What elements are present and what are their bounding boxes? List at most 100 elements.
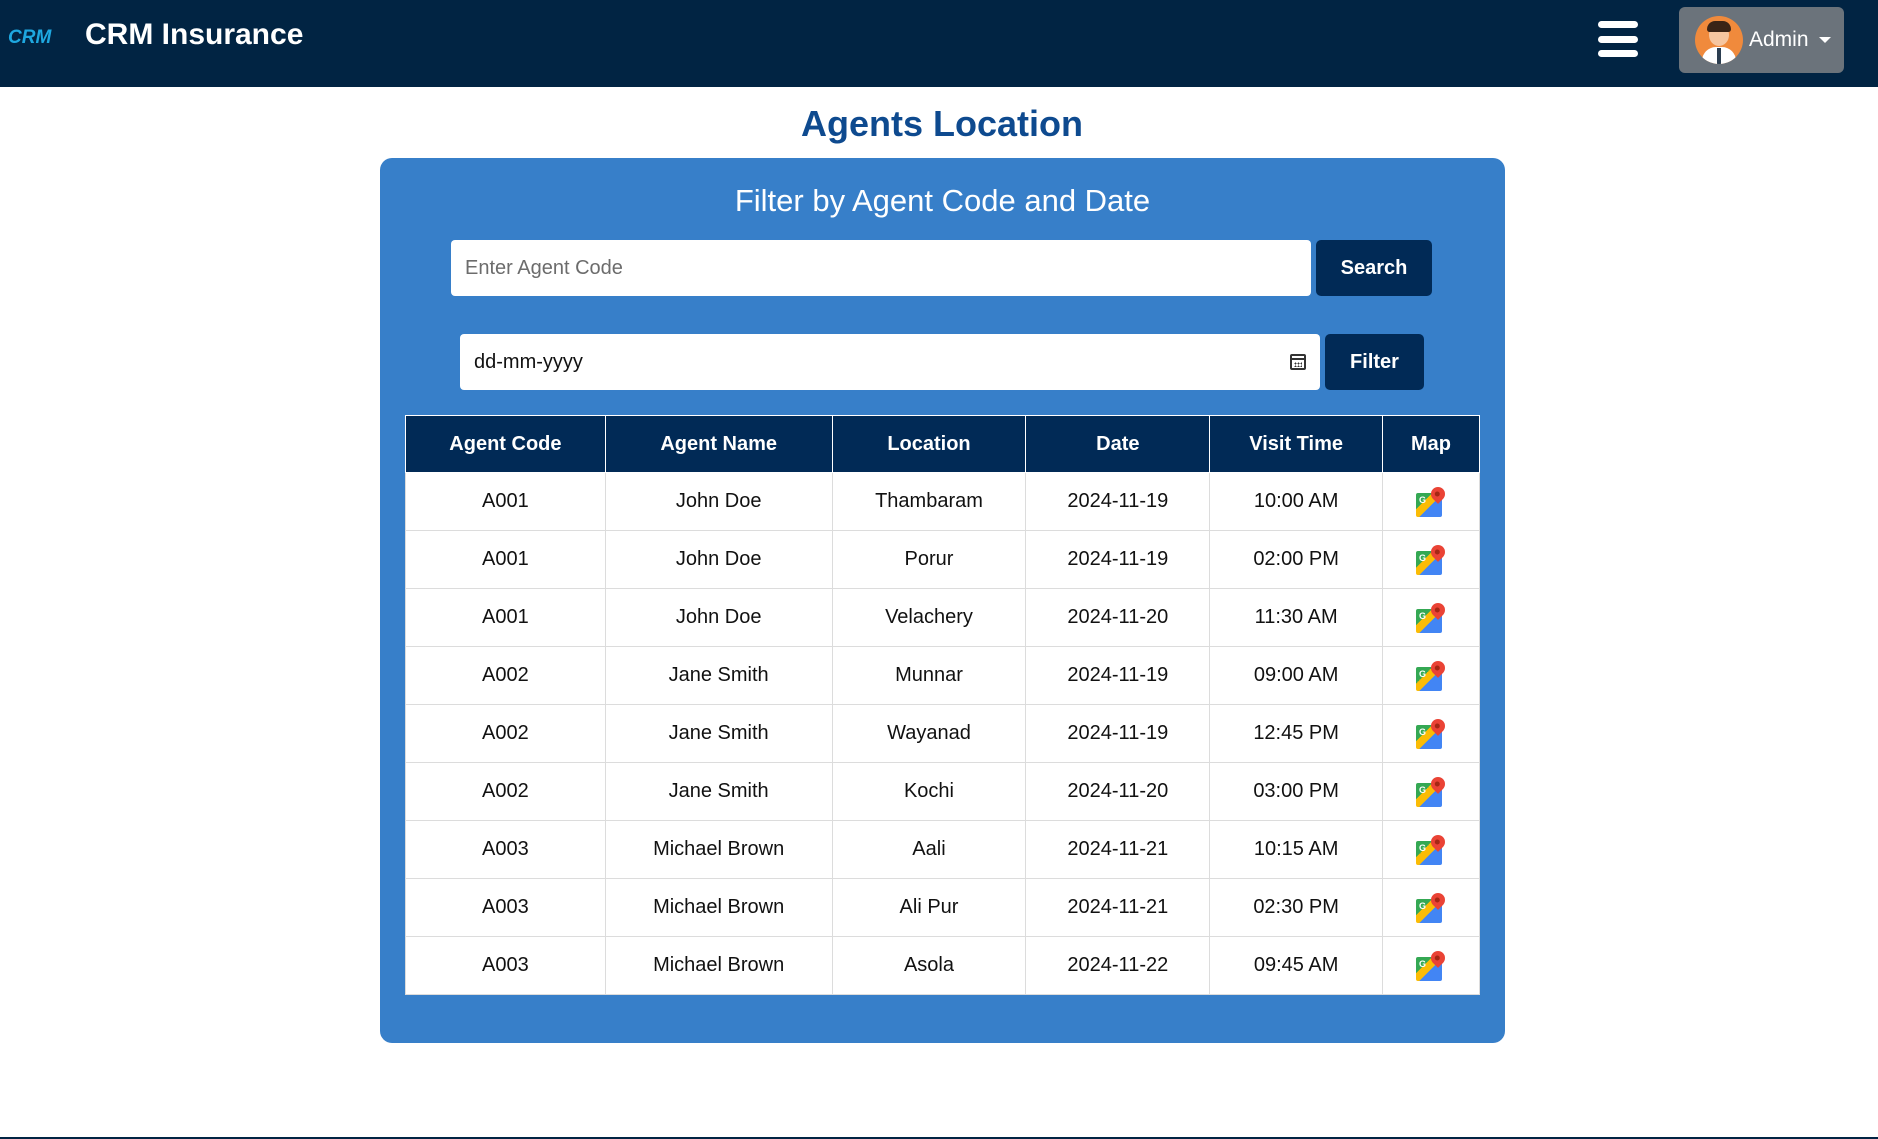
table-row: A003 Michael Brown Asola 2024-11-22 09:4… xyxy=(405,936,1480,995)
user-avatar-icon xyxy=(1695,16,1743,64)
table-header-row: Agent Code Agent Name Location Date Visi… xyxy=(405,415,1480,473)
google-maps-icon[interactable]: G xyxy=(1416,541,1448,575)
cell-date: 2024-11-20 xyxy=(1025,762,1211,821)
cell-agent-name: Michael Brown xyxy=(604,820,833,879)
cell-visit-time: 02:00 PM xyxy=(1209,530,1384,589)
cell-agent-code: A003 xyxy=(405,820,606,879)
crm-logo[interactable]: CRM xyxy=(8,27,51,49)
cell-agent-code: A001 xyxy=(405,472,606,531)
agents-location-table: Agent Code Agent Name Location Date Visi… xyxy=(405,415,1480,995)
table-row: A002 Jane Smith Wayanad 2024-11-19 12:45… xyxy=(405,704,1480,763)
google-maps-icon[interactable]: G xyxy=(1416,889,1448,923)
cell-map: G xyxy=(1382,704,1480,763)
google-maps-icon[interactable]: G xyxy=(1416,831,1448,865)
cell-date: 2024-11-19 xyxy=(1025,530,1211,589)
admin-label: Admin xyxy=(1749,28,1809,51)
cell-date: 2024-11-22 xyxy=(1025,936,1211,995)
filter-panel: Filter by Agent Code and Date Search dd-… xyxy=(380,158,1505,1043)
hamburger-menu-icon[interactable] xyxy=(1598,21,1638,57)
filter-button[interactable]: Filter xyxy=(1325,334,1424,390)
cell-date: 2024-11-20 xyxy=(1025,588,1211,647)
date-input-placeholder: dd-mm-yyyy xyxy=(474,350,583,373)
cell-location: Asola xyxy=(831,936,1027,995)
table-row: A002 Jane Smith Munnar 2024-11-19 09:00 … xyxy=(405,646,1480,705)
cell-date: 2024-11-19 xyxy=(1025,704,1211,763)
cell-agent-code: A001 xyxy=(405,530,606,589)
cell-visit-time: 09:45 AM xyxy=(1209,936,1384,995)
cell-agent-name: Michael Brown xyxy=(604,878,833,937)
cell-agent-name: John Doe xyxy=(604,472,833,531)
column-header-date: Date xyxy=(1025,415,1211,473)
cell-location: Velachery xyxy=(831,588,1027,647)
google-maps-icon[interactable]: G xyxy=(1416,483,1448,517)
menu-bar xyxy=(1598,35,1638,43)
cell-agent-code: A003 xyxy=(405,936,606,995)
google-maps-icon[interactable]: G xyxy=(1416,715,1448,749)
column-header-agent-code: Agent Code xyxy=(405,415,606,473)
cell-date: 2024-11-21 xyxy=(1025,820,1211,879)
agent-code-input[interactable] xyxy=(451,240,1311,296)
avatar-hair xyxy=(1707,21,1731,32)
cell-location: Thambaram xyxy=(831,472,1027,531)
cell-date: 2024-11-19 xyxy=(1025,472,1211,531)
cell-agent-name: John Doe xyxy=(604,588,833,647)
date-input[interactable]: dd-mm-yyyy xyxy=(460,334,1320,390)
cell-location: Kochi xyxy=(831,762,1027,821)
google-maps-icon[interactable]: G xyxy=(1416,657,1448,691)
cell-visit-time: 09:00 AM xyxy=(1209,646,1384,705)
cell-map: G xyxy=(1382,762,1480,821)
avatar-tie xyxy=(1717,48,1721,64)
cell-date: 2024-11-21 xyxy=(1025,878,1211,937)
cell-agent-code: A002 xyxy=(405,646,606,705)
cell-agent-name: Michael Brown xyxy=(604,936,833,995)
google-maps-icon[interactable]: G xyxy=(1416,773,1448,807)
top-navbar: CRM CRM Insurance Admin xyxy=(0,0,1878,87)
column-header-visit-time: Visit Time xyxy=(1209,415,1384,473)
cell-visit-time: 10:15 AM xyxy=(1209,820,1384,879)
cell-agent-name: Jane Smith xyxy=(604,646,833,705)
cell-map: G xyxy=(1382,588,1480,647)
cell-map: G xyxy=(1382,530,1480,589)
cell-agent-code: A003 xyxy=(405,878,606,937)
admin-dropdown-button[interactable]: Admin xyxy=(1679,7,1844,73)
google-maps-icon[interactable]: G xyxy=(1416,599,1448,633)
column-header-agent-name: Agent Name xyxy=(604,415,833,473)
cell-map: G xyxy=(1382,820,1480,879)
table-row: A001 John Doe Velachery 2024-11-20 11:30… xyxy=(405,588,1480,647)
column-header-map: Map xyxy=(1382,415,1480,473)
cell-agent-name: Jane Smith xyxy=(604,762,833,821)
cell-map: G xyxy=(1382,472,1480,531)
cell-agent-name: John Doe xyxy=(604,530,833,589)
cell-agent-code: A002 xyxy=(405,704,606,763)
cell-location: Munnar xyxy=(831,646,1027,705)
menu-bar xyxy=(1598,21,1638,28)
cell-agent-code: A002 xyxy=(405,762,606,821)
menu-bar xyxy=(1598,50,1638,57)
google-maps-icon[interactable]: G xyxy=(1416,947,1448,981)
cell-visit-time: 10:00 AM xyxy=(1209,472,1384,531)
cell-agent-name: Jane Smith xyxy=(604,704,833,763)
cell-date: 2024-11-19 xyxy=(1025,646,1211,705)
cell-visit-time: 02:30 PM xyxy=(1209,878,1384,937)
table-row: A003 Michael Brown Ali Pur 2024-11-21 02… xyxy=(405,878,1480,937)
cell-location: Aali xyxy=(831,820,1027,879)
cell-agent-code: A001 xyxy=(405,588,606,647)
cell-location: Ali Pur xyxy=(831,878,1027,937)
table-row: A002 Jane Smith Kochi 2024-11-20 03:00 P… xyxy=(405,762,1480,821)
column-header-location: Location xyxy=(831,415,1027,473)
brand-title[interactable]: CRM Insurance xyxy=(85,18,303,52)
cell-visit-time: 12:45 PM xyxy=(1209,704,1384,763)
page-title: Agents Location xyxy=(800,103,1083,144)
cell-visit-time: 11:30 AM xyxy=(1209,588,1384,647)
caret-down-icon xyxy=(1818,37,1831,43)
cell-location: Porur xyxy=(831,530,1027,589)
cell-map: G xyxy=(1382,936,1480,995)
table-row: A001 John Doe Porur 2024-11-19 02:00 PM … xyxy=(405,530,1480,589)
filter-panel-title: Filter by Agent Code and Date xyxy=(734,183,1151,218)
table-row: A003 Michael Brown Aali 2024-11-21 10:15… xyxy=(405,820,1480,879)
search-button[interactable]: Search xyxy=(1316,240,1432,296)
table-row: A001 John Doe Thambaram 2024-11-19 10:00… xyxy=(405,472,1480,531)
cell-location: Wayanad xyxy=(831,704,1027,763)
calendar-icon[interactable] xyxy=(1290,354,1306,370)
cell-map: G xyxy=(1382,646,1480,705)
